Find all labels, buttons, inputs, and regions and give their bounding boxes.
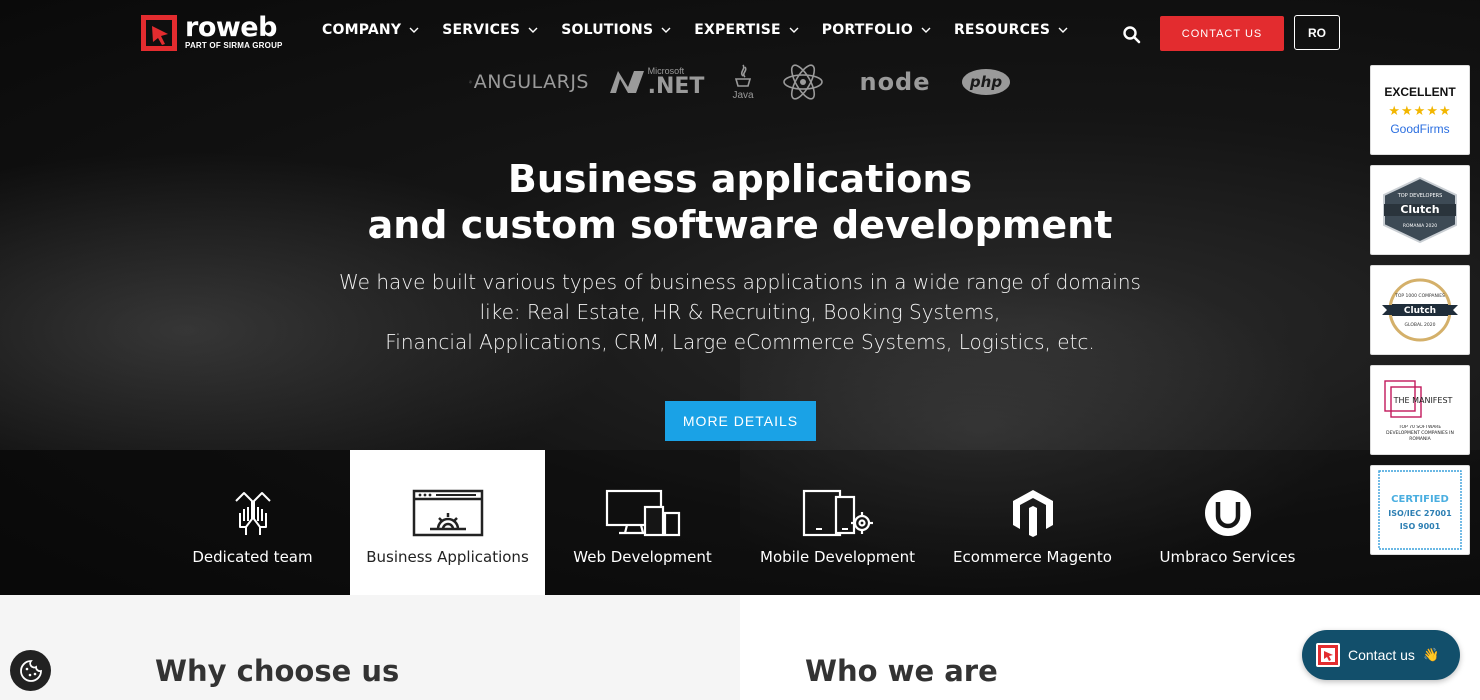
browser-gear-icon — [412, 488, 484, 538]
nodejs-logo: node — [859, 68, 931, 96]
chevron-down-icon — [661, 27, 671, 33]
nav-portfolio[interactable]: PORTFOLIO — [822, 22, 931, 38]
tab-business-applications[interactable]: Business Applications — [350, 450, 545, 595]
svg-text:THE MANIFEST: THE MANIFEST — [1393, 396, 1453, 405]
chevron-down-icon — [789, 27, 799, 33]
chevron-down-icon — [921, 27, 931, 33]
chevron-down-icon — [1058, 27, 1068, 33]
language-switch-button[interactable]: RO — [1294, 15, 1340, 50]
chevron-down-icon — [409, 27, 419, 33]
site-header: roweb PART OF SIRMA GROUP COMPANY SERVIC… — [0, 0, 1480, 66]
tab-ecommerce-magento[interactable]: Ecommerce Magento — [935, 450, 1130, 595]
tab-label: Umbraco Services — [1159, 548, 1296, 566]
java-logo: Java — [728, 62, 758, 102]
tab-label: Business Applications — [366, 548, 529, 566]
svg-text:CERTIFIED: CERTIFIED — [1391, 494, 1449, 505]
chat-contact-button[interactable]: Contact us 👋 — [1302, 630, 1460, 680]
more-details-button[interactable]: MORE DETAILS — [665, 401, 816, 441]
cookie-settings-button[interactable] — [10, 650, 51, 691]
clutch-top-1000-badge[interactable]: TOP 1000 COMPANIES Clutch GLOBAL 2020 — [1370, 265, 1470, 355]
who-we-are-heading: Who we are — [805, 654, 998, 688]
nav-label: RESOURCES — [953, 22, 1051, 38]
badge-title: EXCELLENT — [1384, 84, 1456, 99]
nav-label: SERVICES — [442, 22, 521, 38]
team-hands-icon — [230, 488, 276, 538]
mobile-gear-icon — [802, 488, 874, 538]
search-icon — [1123, 26, 1141, 44]
logo-name: roweb — [185, 12, 277, 43]
svg-text:ROMANIA 2020: ROMANIA 2020 — [1403, 223, 1437, 229]
goodfirms-badge[interactable]: EXCELLENT ★★★★★ GoodFirms — [1370, 65, 1470, 155]
main-nav: COMPANY SERVICES SOLUTIONS EXPERTISE POR… — [322, 22, 1091, 38]
angularjs-logo: ANGULARJS — [469, 62, 589, 102]
svg-text:ISO/IEC 27001: ISO/IEC 27001 — [1388, 509, 1452, 518]
nav-label: COMPANY — [322, 22, 402, 38]
tab-label: Ecommerce Magento — [953, 548, 1112, 566]
hero-title-line: and custom software development — [367, 203, 1113, 247]
tab-label: Mobile Development — [760, 548, 915, 566]
nav-services[interactable]: SERVICES — [442, 22, 538, 38]
dotnet-logo: Microsoft .NET — [606, 62, 706, 102]
nav-expertise[interactable]: EXPERTISE — [694, 22, 799, 38]
nav-label: PORTFOLIO — [821, 22, 913, 38]
clutch-top-developers-badge[interactable]: TOP DEVELOPERS Clutch ROMANIA 2020 — [1370, 165, 1470, 255]
contact-us-button[interactable]: CONTACT US — [1160, 16, 1284, 51]
nav-solutions[interactable]: SOLUTIONS — [561, 22, 671, 38]
tab-web-development[interactable]: Web Development — [545, 450, 740, 595]
umbraco-icon — [1204, 488, 1252, 538]
logo-subtitle: PART OF SIRMA GROUP — [185, 41, 283, 50]
roweb-logo[interactable]: roweb PART OF SIRMA GROUP — [141, 12, 283, 51]
chat-label: Contact us — [1348, 647, 1415, 663]
svg-text:Clutch: Clutch — [1404, 306, 1436, 316]
chevron-down-icon — [528, 27, 538, 33]
waving-hand-icon: 👋 — [1422, 647, 1440, 662]
hero-title: Business applications and custom softwar… — [300, 156, 1180, 248]
the-manifest-badge[interactable]: THE MANIFEST TOP 70 SOFTWARE DEVELOPMENT… — [1370, 365, 1470, 455]
iso-certified-badge[interactable]: CERTIFIED ISO/IEC 27001 ISO 9001 — [1370, 465, 1470, 555]
tab-umbraco-services[interactable]: Umbraco Services — [1130, 450, 1325, 595]
nav-label: EXPERTISE — [694, 22, 781, 38]
svg-text:TOP 1000 COMPANIES: TOP 1000 COMPANIES — [1394, 293, 1445, 299]
hero-description-line: We have built various types of business … — [339, 270, 1141, 294]
roweb-logo-icon — [141, 15, 177, 51]
badge-brand: GoodFirms — [1390, 121, 1450, 136]
svg-text:php: php — [969, 73, 1002, 91]
tab-label: Dedicated team — [192, 548, 313, 566]
tab-label: Web Development — [573, 548, 712, 566]
cookie-icon — [19, 659, 42, 682]
tab-mobile-development[interactable]: Mobile Development — [740, 450, 935, 595]
search-button[interactable] — [1122, 25, 1142, 45]
nav-company[interactable]: COMPANY — [322, 22, 419, 38]
devices-icon — [605, 488, 681, 538]
why-choose-us-heading: Why choose us — [155, 654, 400, 688]
svg-text:ISO 9001: ISO 9001 — [1400, 522, 1441, 531]
svg-text:TOP DEVELOPERS: TOP DEVELOPERS — [1397, 193, 1443, 199]
nav-resources[interactable]: RESOURCES — [954, 22, 1068, 38]
svg-text:Clutch: Clutch — [1400, 203, 1439, 216]
hero-description-line: Financial Applications, CRM, Large eComm… — [385, 330, 1095, 354]
roweb-chat-icon — [1316, 643, 1340, 667]
hero-title-line: Business applications — [507, 157, 973, 201]
star-rating: ★★★★★ — [1388, 102, 1452, 118]
react-logo — [782, 62, 824, 102]
hero-description: We have built various types of business … — [300, 267, 1180, 357]
php-logo: php — [961, 62, 1011, 102]
nav-label: SOLUTIONS — [561, 22, 654, 38]
svg-text:GLOBAL 2020: GLOBAL 2020 — [1405, 322, 1436, 328]
hero-description-line: like: Real Estate, HR & Recruiting, Book… — [479, 300, 1001, 324]
magento-icon — [1012, 488, 1054, 538]
tab-dedicated-team[interactable]: Dedicated team — [155, 450, 350, 595]
